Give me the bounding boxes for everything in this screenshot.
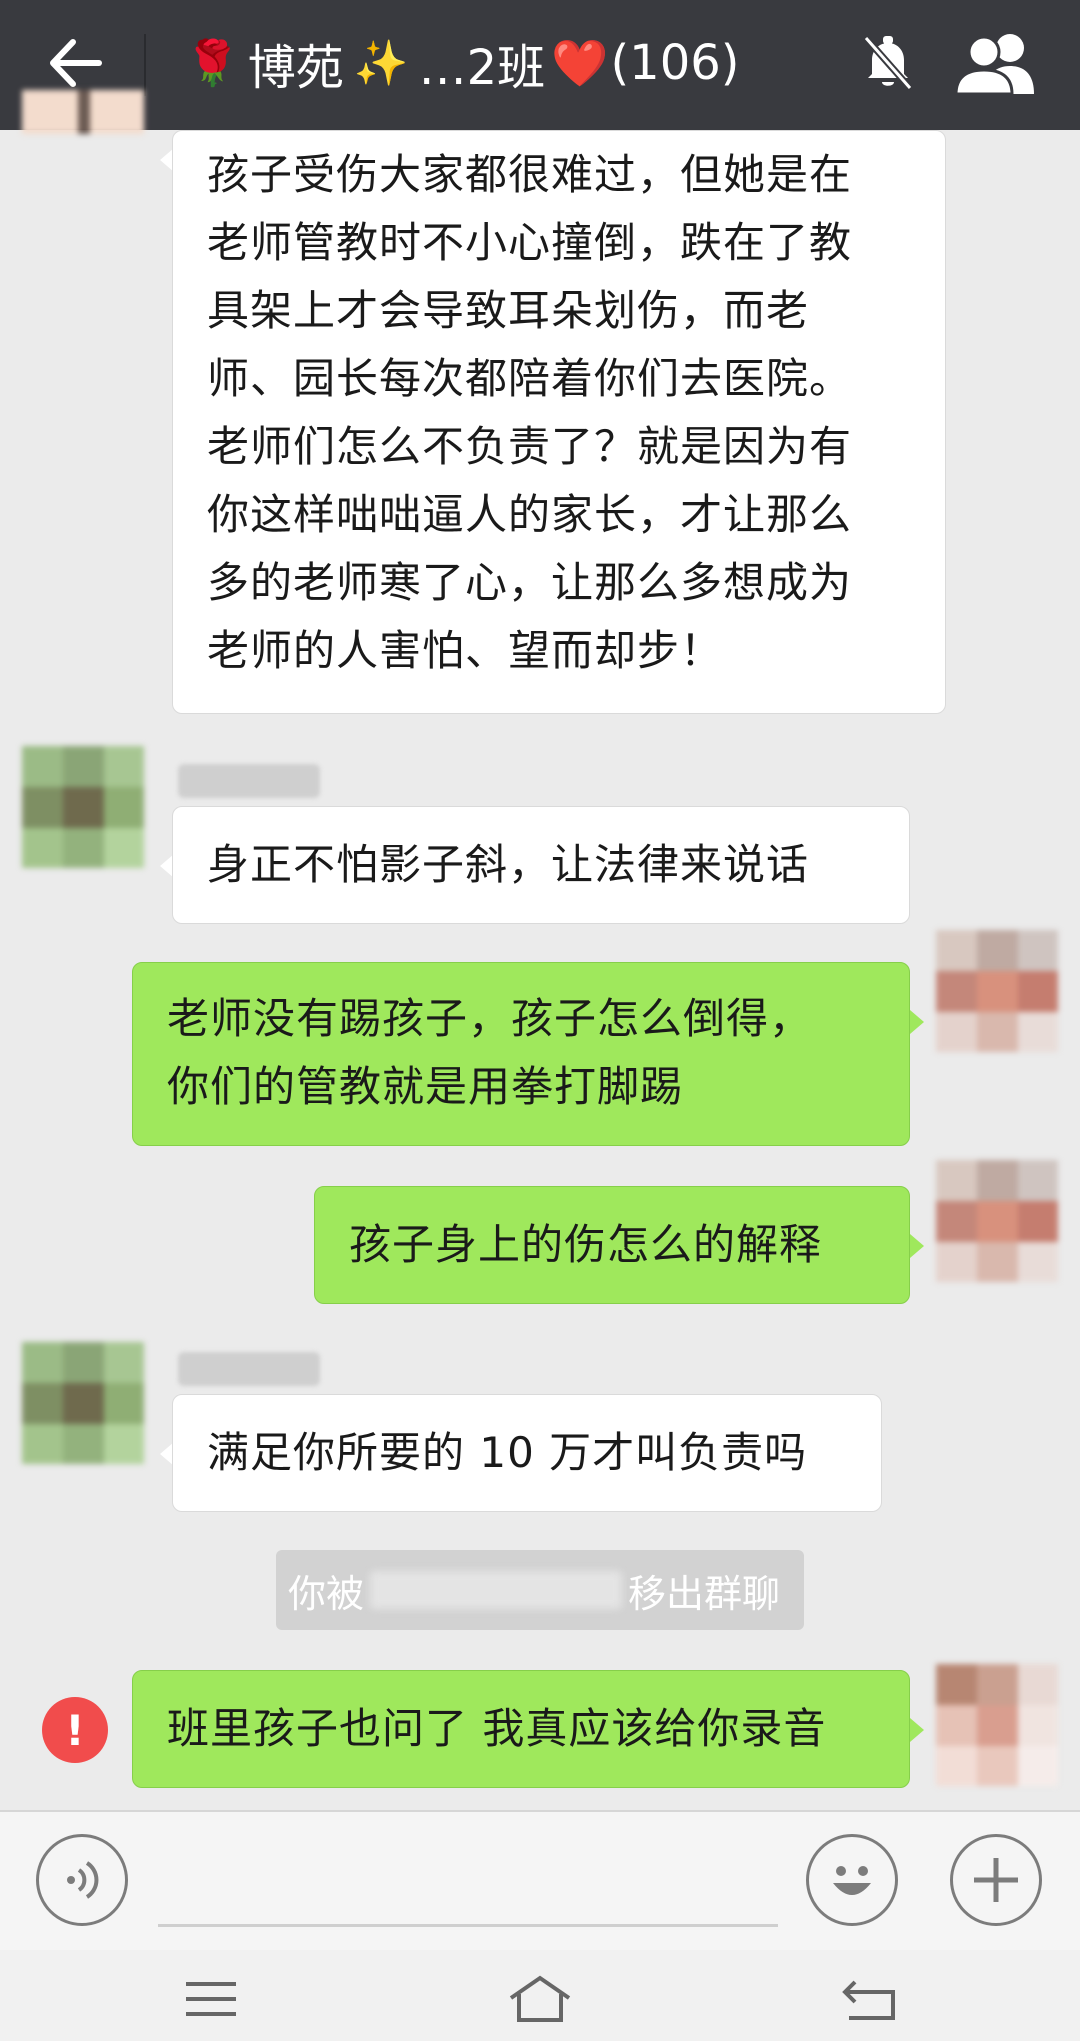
send-failed-icon[interactable]: ! — [42, 1697, 108, 1763]
message-bubble[interactable]: 身正不怕影子斜，让法律来说话 — [172, 806, 910, 924]
home-icon[interactable] — [505, 1972, 575, 2026]
member-count: (106) — [610, 35, 740, 91]
back-arrow-icon — [50, 39, 102, 87]
message-input[interactable] — [158, 1924, 778, 1927]
system-nav-bar — [0, 1950, 1080, 2041]
error-glyph: ! — [65, 1705, 85, 1755]
message-text: 身正不怕影子斜，让法律来说话 — [207, 840, 810, 889]
message-bubble[interactable]: 孩子身上的伤怎么的解释 — [314, 1186, 910, 1304]
more-button[interactable] — [950, 1834, 1042, 1926]
voice-icon — [67, 1861, 99, 1899]
message-text: 孩子身上的伤怎么的解释 — [349, 1220, 823, 1269]
message-bubble[interactable]: 孩子受伤大家都很难过，但她是在 老师管教时不小心撞倒，跌在了教 具架上才会导致耳… — [172, 130, 946, 714]
chat-title[interactable]: 🌹 博苑 ✨ …2班 ❤️ (106) — [185, 28, 740, 98]
avatar[interactable] — [22, 90, 144, 134]
header-divider — [144, 34, 146, 96]
message-text: 老师没有踢孩子，孩子怎么倒得， 你们的管教就是用拳打脚踢 — [167, 994, 813, 1111]
title-name: 博苑 — [247, 40, 344, 96]
rose-icon: 🌹 — [185, 38, 240, 89]
avatar[interactable] — [936, 930, 1058, 1052]
voice-button[interactable] — [36, 1834, 128, 1926]
system-message: 你被 移出群聊 — [276, 1550, 804, 1630]
message-bubble[interactable]: 班里孩子也问了 我真应该给你录音 — [132, 1670, 910, 1788]
sender-name — [178, 1352, 320, 1386]
menu-icon[interactable] — [176, 1972, 246, 2026]
bubble-tail — [910, 1010, 924, 1034]
top-bar: 🌹 博苑 ✨ …2班 ❤️ (106) — [0, 0, 1080, 130]
message-bubble[interactable]: 老师没有踢孩子，孩子怎么倒得， 你们的管教就是用拳打脚踢 — [132, 962, 910, 1146]
back-button[interactable] — [40, 28, 110, 98]
emoji-button[interactable] — [806, 1834, 898, 1926]
emoji-icon — [833, 1866, 871, 1895]
message-text: 孩子受伤大家都很难过，但她是在 老师管教时不小心撞倒，跌在了教 具架上才会导致耳… — [207, 150, 853, 675]
mute-icon[interactable] — [858, 32, 918, 94]
message-text: 班里孩子也问了 我真应该给你录音 — [167, 1704, 827, 1753]
redacted-name — [370, 1571, 623, 1609]
system-message-prefix: 你被 — [288, 1571, 365, 1616]
input-bar — [0, 1810, 1080, 1950]
chat-area[interactable]: 孩子受伤大家都很难过，但她是在 老师管教时不小心撞倒，跌在了教 具架上才会导致耳… — [0, 90, 1080, 1810]
avatar[interactable] — [936, 1664, 1058, 1786]
avatar[interactable] — [936, 1160, 1058, 1282]
sender-name — [178, 764, 320, 798]
title-suffix: …2班 — [418, 40, 546, 96]
avatar[interactable] — [22, 746, 144, 868]
bubble-tail — [910, 1718, 924, 1742]
message-bubble[interactable]: 满足你所要的 10 万才叫负责吗 — [172, 1394, 882, 1512]
sparkles-icon: ✨ — [353, 38, 409, 89]
members-icon[interactable] — [954, 30, 1038, 96]
message-text: 满足你所要的 10 万才叫负责吗 — [207, 1428, 808, 1477]
plus-icon — [974, 1858, 1018, 1902]
system-message-suffix: 移出群聊 — [628, 1571, 781, 1616]
avatar[interactable] — [22, 1342, 144, 1464]
heart-icon: ❤️ — [551, 35, 609, 90]
bubble-tail — [910, 1234, 924, 1258]
return-icon[interactable] — [835, 1972, 905, 2026]
